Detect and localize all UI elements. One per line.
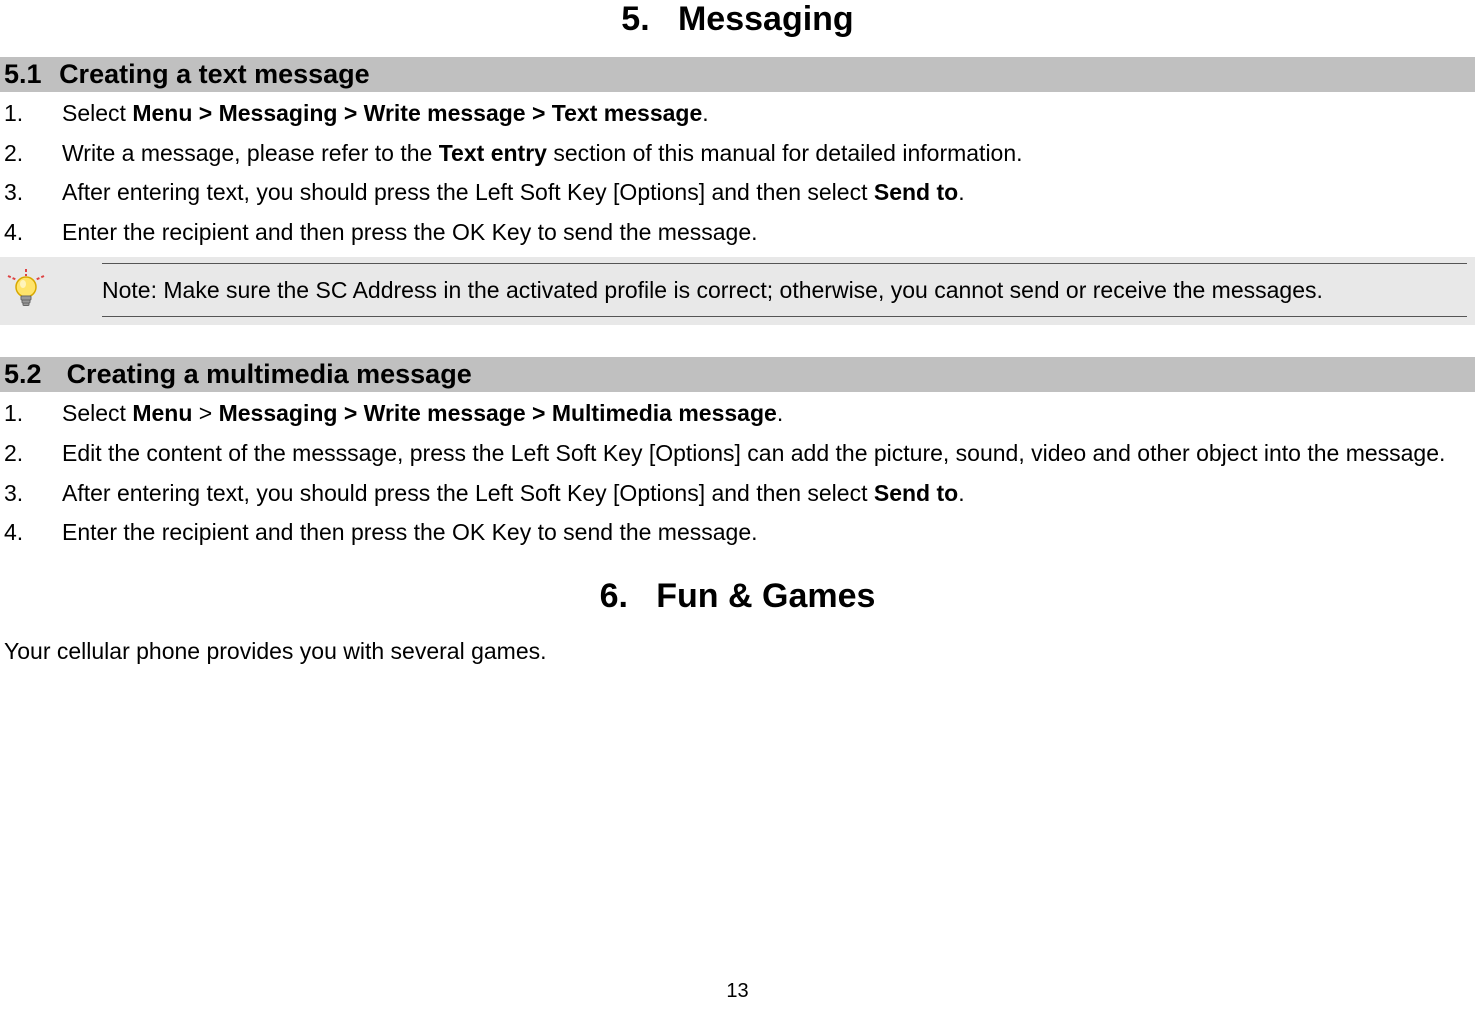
section-5-2-heading: 5.2 Creating a multimedia message xyxy=(0,357,1475,392)
spacer xyxy=(0,557,1475,577)
list-number: 3. xyxy=(0,175,62,211)
section-5-1-number: 5.1 xyxy=(4,59,42,89)
list-text: Select Menu > Messaging > Write message … xyxy=(62,96,1475,132)
note-icon-cell xyxy=(4,263,102,311)
list-text: Write a message, please refer to the Tex… xyxy=(62,136,1475,172)
list-item: 4. Enter the recipient and then press th… xyxy=(0,215,1475,251)
list-number: 4. xyxy=(0,515,62,551)
spacer xyxy=(0,337,1475,357)
chapter-6-intro: Your cellular phone provides you with se… xyxy=(4,634,1471,670)
chapter-5-title: 5. Messaging xyxy=(0,0,1475,39)
list-number: 1. xyxy=(0,396,62,432)
chapter-5-number: 5. xyxy=(621,0,649,38)
list-number: 4. xyxy=(0,215,62,251)
section-5-1-heading: 5.1 Creating a text message xyxy=(0,57,1475,92)
list-number: 1. xyxy=(0,96,62,132)
page-number: 13 xyxy=(0,980,1475,1003)
list-item: 1. Select Menu > Messaging > Write messa… xyxy=(0,96,1475,132)
list-number: 2. xyxy=(0,436,62,472)
list-number: 2. xyxy=(0,136,62,172)
list-text: Select Menu > Messaging > Write message … xyxy=(62,396,1475,432)
list-number: 3. xyxy=(0,476,62,512)
chapter-6-name: Fun & Games xyxy=(656,577,875,615)
note-text: Note: Make sure the SC Address in the ac… xyxy=(102,263,1467,318)
list-item: 2. Edit the content of the messsage, pre… xyxy=(0,436,1475,472)
chapter-5-name: Messaging xyxy=(678,0,854,38)
list-item: 4. Enter the recipient and then press th… xyxy=(0,515,1475,551)
list-text: Edit the content of the messsage, press … xyxy=(62,436,1475,472)
list-item: 3. After entering text, you should press… xyxy=(0,476,1475,512)
note-box: Note: Make sure the SC Address in the ac… xyxy=(0,257,1475,326)
list-text: Enter the recipient and then press the O… xyxy=(62,515,1475,551)
section-5-2-number: 5.2 xyxy=(4,359,42,389)
list-item: 3. After entering text, you should press… xyxy=(0,175,1475,211)
chapter-6-title: 6. Fun & Games xyxy=(0,577,1475,616)
list-text: After entering text, you should press th… xyxy=(62,476,1475,512)
section-5-2-list: 1. Select Menu > Messaging > Write messa… xyxy=(0,396,1475,551)
list-text: After entering text, you should press th… xyxy=(62,175,1475,211)
section-5-1-title: Creating a text message xyxy=(59,59,370,89)
list-item: 1. Select Menu > Messaging > Write messa… xyxy=(0,396,1475,432)
list-item: 2. Write a message, please refer to the … xyxy=(0,136,1475,172)
lightbulb-tip-icon xyxy=(4,267,48,311)
list-text: Enter the recipient and then press the O… xyxy=(62,215,1475,251)
section-5-2-title: Creating a multimedia message xyxy=(67,359,472,389)
chapter-6-number: 6. xyxy=(600,577,628,615)
section-5-1-list: 1. Select Menu > Messaging > Write messa… xyxy=(0,96,1475,251)
